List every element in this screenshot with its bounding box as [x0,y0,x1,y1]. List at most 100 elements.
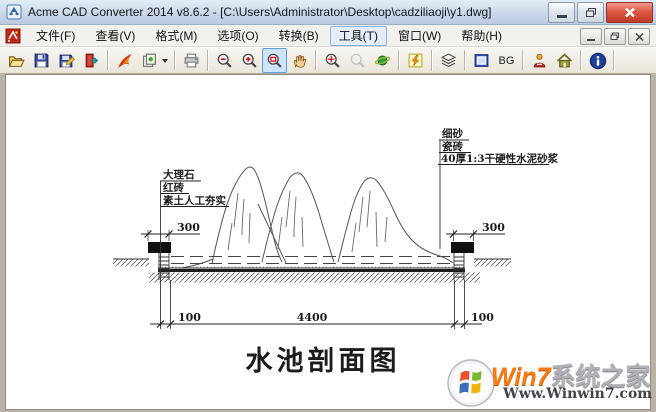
flash-icon [408,53,423,68]
pool-bottom-slab [158,266,465,272]
windows-logo-icon [447,359,495,407]
zoom-in-button[interactable] [237,48,262,73]
home-icon [557,53,572,68]
close-icon [624,7,635,18]
drawing-canvas[interactable]: 大理石 红砖 素土人工夯实 细砂 瓷砖 40厚1:3干硬性水泥砂浆 300 30… [5,74,652,410]
menu-item-options[interactable]: 选项(O) [208,26,267,46]
app-icon [6,4,22,20]
print-button[interactable] [179,48,204,73]
save-as-button[interactable] [54,48,79,73]
label-marble: 大理石 [163,168,195,181]
save-icon [34,53,49,68]
close-file-icon [85,53,99,68]
flash-button[interactable] [403,48,428,73]
menu-item-window[interactable]: 窗口(W) [389,26,450,46]
save-button[interactable] [29,48,54,73]
close-button[interactable] [606,2,653,23]
zoom-out-icon [217,53,232,68]
zoom-previous-button[interactable] [345,48,370,73]
shx-fonts-button[interactable] [527,48,552,73]
mdi-restore-icon [610,32,619,40]
menu-item-tools[interactable]: 工具(T) [329,25,387,46]
toolbar: BG [0,47,656,74]
menu-bar: 文件(F) 查看(V) 格式(M) 选项(O) 转换(B) 工具(T) 窗口(W… [0,25,656,47]
bg-color-label: BG [498,54,515,67]
batch-convert-button[interactable] [137,48,162,73]
background-button[interactable] [469,48,494,73]
layers-icon [440,53,457,68]
bg-color-button[interactable]: BG [494,48,519,73]
pan-button[interactable] [287,48,312,73]
label-compacted-soil: 素土人工夯实 [162,194,226,207]
menu-item-format[interactable]: 格式(M) [146,26,206,46]
close-file-button[interactable] [79,48,104,73]
menu-item-help[interactable]: 帮助(H) [452,26,511,46]
app-window: Acme CAD Converter 2014 v8.6.2 - [C:\Use… [0,0,656,412]
menu-item-view[interactable]: 查看(V) [86,26,144,46]
toolbar-separator [207,50,209,71]
label-ceramic-tile: 瓷砖 [442,140,463,153]
watermark-url: Www.Winwin7.com [503,386,653,402]
toolbar-separator [315,50,317,71]
mdi-close-button[interactable] [628,28,650,45]
menu-item-convert[interactable]: 转换(B) [270,26,328,46]
zoom-extents-button[interactable] [262,48,287,73]
label-fine-sand: 细砂 [442,127,463,140]
toolbar-separator [522,50,524,71]
home-button[interactable] [552,48,577,73]
shx-fonts-icon [533,53,546,68]
zoom-in-icon [242,53,257,68]
background-window-icon [474,54,489,67]
zoom-window-icon [325,53,340,68]
mdi-restore-button[interactable] [604,28,626,45]
left-coping-stone [148,242,171,253]
title-bar: Acme CAD Converter 2014 v8.6.2 - [C:\Use… [0,0,656,25]
toolbar-separator [431,50,433,71]
toolbar-separator [580,50,582,71]
zoom-out-button[interactable] [212,48,237,73]
menu-item-file[interactable]: 文件(F) [27,26,84,46]
restore-button[interactable] [577,2,604,23]
convert-button[interactable] [112,48,137,73]
render-globe-icon [374,55,391,66]
toolbar-separator [613,50,615,71]
batch-dropdown-arrow-icon[interactable] [162,58,168,63]
about-button[interactable] [585,48,610,73]
info-icon [589,52,606,69]
render-button[interactable] [370,48,395,73]
minimize-icon [556,15,567,18]
convert-icon [117,53,132,68]
print-icon [184,53,199,68]
minimize-button[interactable] [548,2,575,23]
toolbar-separator [398,50,400,71]
restore-icon [585,8,596,17]
document-icon [5,28,21,43]
dim-right-coping: 300 [482,221,505,234]
dim-left-wall: 100 [178,311,201,324]
drawing-title: 水池剖面图 [246,345,401,377]
mdi-close-icon [634,32,644,41]
watermark: Win7系统之家 Www.Winwin7.com [447,357,652,409]
open-button[interactable] [4,48,29,73]
batch-convert-icon [143,53,156,67]
zoom-extents-icon [267,53,282,68]
toolbar-separator [107,50,109,71]
toolbar-separator [174,50,176,71]
zoom-window-button[interactable] [320,48,345,73]
mdi-minimize-icon [587,39,595,41]
rockery-texture [227,190,388,253]
dim-left-coping: 300 [177,221,200,234]
rockery-outline [181,166,454,269]
mdi-minimize-button[interactable] [580,28,602,45]
window-title: Acme CAD Converter 2014 v8.6.2 - [C:\Use… [28,5,492,19]
toolbar-separator [464,50,466,71]
right-coping-stone [451,242,474,253]
open-icon [8,56,25,67]
pan-icon [293,55,307,69]
dim-right-wall: 100 [471,311,494,324]
dim-pool-width: 4400 [297,311,328,324]
layers-button[interactable] [436,48,461,73]
save-as-icon [59,54,75,68]
label-red-brick: 红砖 [163,181,184,194]
zoom-previous-icon [350,53,365,68]
